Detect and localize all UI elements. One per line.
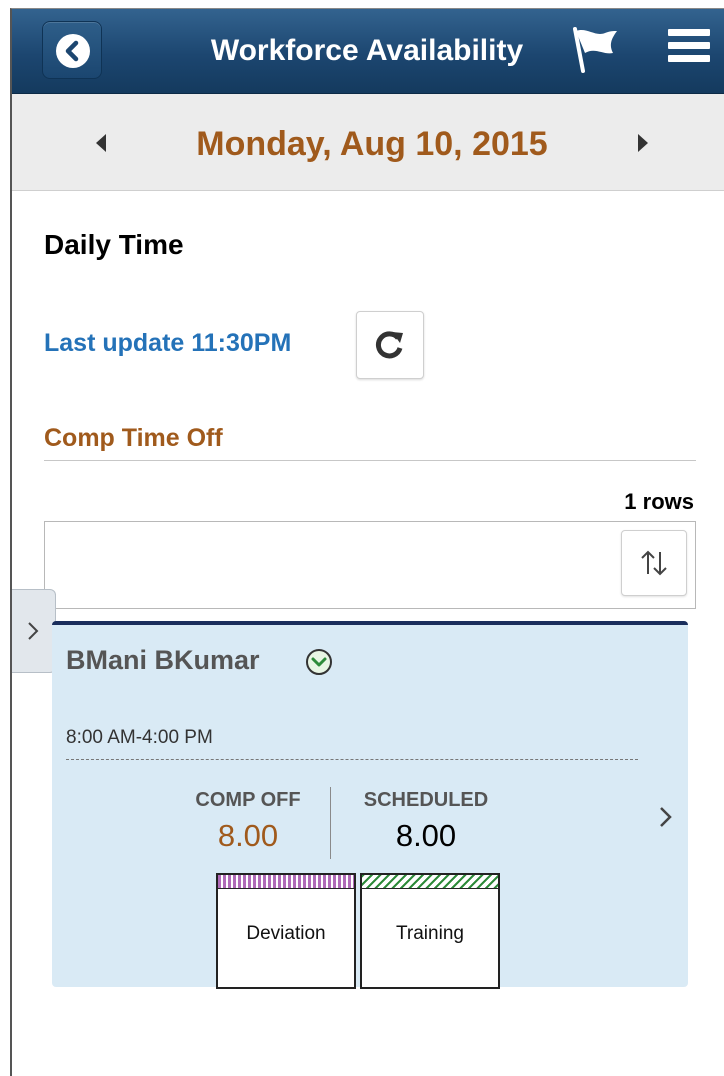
metric-divider	[330, 787, 331, 859]
employee-card[interactable]: BMani BKumar 8:00 AM-4:00 PM COMP OFF 8.…	[52, 621, 688, 989]
comp-off-label: COMP OFF	[195, 789, 301, 811]
training-pattern-strip	[362, 875, 498, 889]
deviation-label: Deviation	[246, 923, 326, 944]
scheduled-label: SCHEDULED	[363, 789, 489, 811]
comp-off-metric: COMP OFF 8.00	[170, 789, 326, 854]
chevron-right-icon	[27, 622, 38, 640]
deviation-pattern-strip	[218, 875, 354, 889]
scheduled-metric: SCHEDULED 8.00	[342, 789, 510, 854]
triangle-right-icon[interactable]	[632, 132, 652, 154]
chevron-right-icon[interactable]	[656, 803, 676, 831]
shift-divider	[66, 759, 638, 760]
back-chevron-icon	[56, 34, 90, 68]
refresh-button[interactable]	[356, 311, 424, 379]
app-header: Workforce Availability	[12, 9, 724, 94]
last-update-link[interactable]: Last update 11:30PM	[44, 329, 291, 358]
grid-toolbar	[44, 521, 696, 609]
app-title: Workforce Availability	[210, 34, 524, 67]
app-frame: Workforce Availability Monday, Aug 10, 2…	[10, 8, 724, 1076]
section-title: Daily Time	[44, 229, 184, 260]
expand-details-icon[interactable]	[304, 647, 334, 677]
current-date: Monday, Aug 10, 2015	[196, 125, 548, 163]
employee-name: BMani BKumar	[66, 645, 260, 675]
scheduled-value: 8.00	[395, 818, 457, 853]
refresh-icon	[375, 331, 403, 359]
flag-icon[interactable]	[569, 25, 621, 75]
deviation-tile[interactable]: Deviation	[216, 873, 356, 989]
shift-time: 8:00 AM-4:00 PM	[66, 727, 213, 748]
training-label: Training	[396, 923, 464, 944]
training-tile[interactable]: Training	[360, 873, 500, 989]
date-navigation-bar: Monday, Aug 10, 2015	[12, 94, 724, 191]
hamburger-menu-icon[interactable]	[668, 29, 710, 69]
comp-off-value: 8.00	[217, 818, 279, 853]
sort-button[interactable]	[621, 530, 687, 596]
side-panel-toggle[interactable]	[12, 589, 56, 673]
sort-icon	[641, 550, 667, 576]
group-divider	[44, 460, 696, 461]
triangle-left-icon[interactable]	[92, 132, 112, 154]
group-title: Comp Time Off	[44, 424, 223, 452]
rows-count: 1 rows	[624, 489, 694, 514]
back-button[interactable]	[42, 21, 102, 79]
